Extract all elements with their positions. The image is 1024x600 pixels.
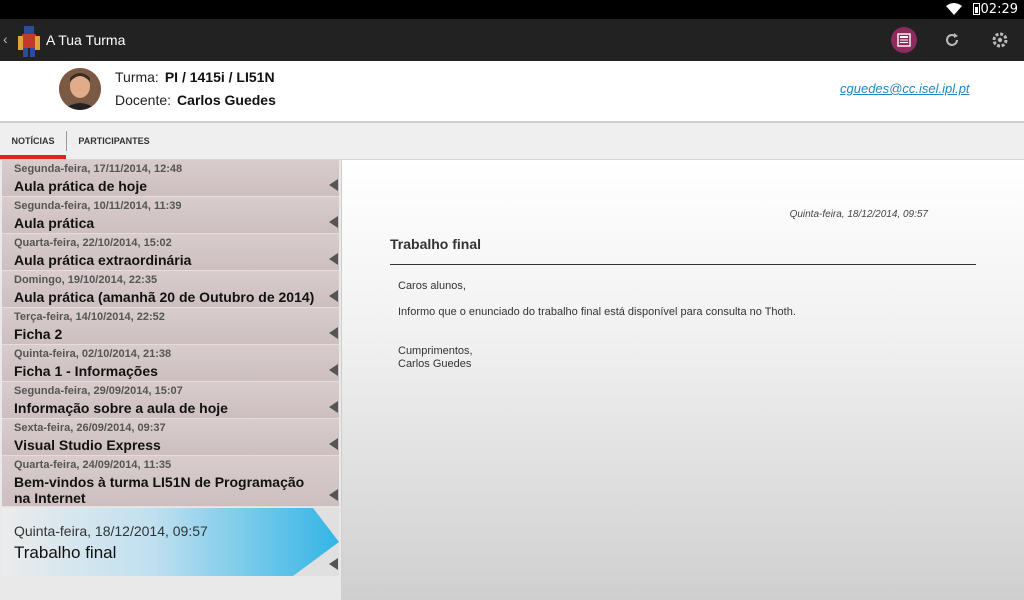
news-title: Ficha 2 [14, 326, 63, 342]
news-title: Ficha 1 - Informações [14, 363, 158, 379]
app-title: A Tua Turma [46, 32, 126, 48]
news-date: Sexta-feira, 26/09/2014, 09:37 [14, 422, 166, 434]
avatar [59, 68, 101, 110]
detail-title: Trabalho final [390, 236, 482, 252]
docente-label: Docente: [115, 92, 172, 108]
selected-news-date: Quinta-feira, 18/12/2014, 09:57 [14, 523, 208, 539]
selected-news-title: Trabalho final [14, 543, 117, 562]
arrow-left-icon [329, 438, 338, 450]
list-item[interactable]: Quarta-feira, 22/10/2014, 15:02 Aula prá… [2, 234, 339, 271]
status-bar: 02:29 [0, 0, 1024, 19]
turma-row: Turma: PI / 1415i / LI51N [115, 69, 275, 85]
news-detail: Quinta-feira, 18/12/2014, 09:57 Trabalho… [342, 160, 1024, 600]
detail-message: Informo que o enunciado do trabalho fina… [398, 306, 796, 318]
news-title: Visual Studio Express [14, 437, 161, 453]
docente-row: Docente: Carlos Guedes [115, 92, 276, 108]
news-date: Segunda-feira, 17/11/2014, 12:48 [14, 163, 183, 175]
list-item[interactable]: Terça-feira, 14/10/2014, 22:52 Ficha 2 [2, 308, 339, 345]
email-link[interactable]: cguedes@cc.isel.ipl.pt [840, 81, 970, 96]
news-icon[interactable] [891, 27, 917, 53]
tab-divider [66, 131, 67, 151]
wifi-icon [946, 3, 962, 15]
action-bar: ‹ A Tua Turma [0, 19, 1024, 61]
selected-highlight [2, 508, 339, 576]
list-item[interactable]: Domingo, 19/10/2014, 22:35 Aula prática … [2, 271, 339, 308]
detail-closing: Cumprimentos, [398, 345, 473, 357]
tab-noticias[interactable]: NOTÍCIAS [0, 123, 66, 159]
tab-bar: NOTÍCIAS PARTICIPANTES [0, 123, 1024, 160]
news-title: Aula prática (amanhã 20 de Outubro de 20… [14, 289, 315, 305]
detail-date: Quinta-feira, 18/12/2014, 09:57 [789, 209, 928, 220]
arrow-left-icon [329, 558, 338, 570]
battery-icon [973, 3, 980, 15]
news-title: Aula prática extraordinária [14, 252, 192, 268]
refresh-icon[interactable] [939, 27, 965, 53]
arrow-left-icon [329, 253, 338, 265]
turma-label: Turma: [115, 69, 159, 85]
arrow-left-icon [329, 364, 338, 376]
list-item[interactable]: Quarta-feira, 24/09/2014, 11:35 Bem-vind… [2, 456, 339, 507]
news-date: Quarta-feira, 22/10/2014, 15:02 [14, 237, 172, 249]
detail-body: Caros alunos, Informo que o enunciado do… [398, 280, 968, 371]
news-date: Domingo, 19/10/2014, 22:35 [14, 274, 158, 286]
detail-signature: Carlos Guedes [398, 358, 472, 370]
list-item[interactable]: Segunda-feira, 29/09/2014, 15:07 Informa… [2, 382, 339, 419]
tab-participantes[interactable]: PARTICIPANTES [72, 123, 156, 159]
news-date: Quinta-feira, 02/10/2014, 21:38 [14, 348, 172, 360]
news-list: Segunda-feira, 17/11/2014, 12:48 Aula pr… [0, 160, 342, 600]
list-item[interactable]: Segunda-feira, 17/11/2014, 12:48 Aula pr… [2, 160, 339, 197]
news-date: Terça-feira, 14/10/2014, 22:52 [14, 311, 165, 323]
arrow-left-icon [329, 290, 338, 302]
list-item[interactable]: Sexta-feira, 26/09/2014, 09:37 Visual St… [2, 419, 339, 456]
clock: 02:29 [980, 2, 1018, 17]
detail-greeting: Caros alunos, [398, 280, 466, 292]
news-title: Bem-vindos à turma LI51N de Programação … [14, 474, 305, 506]
settings-icon[interactable] [987, 27, 1013, 53]
class-header: Turma: PI / 1415i / LI51N Docente: Carlos … [0, 61, 1024, 123]
app-logo[interactable] [14, 24, 44, 58]
news-date: Quarta-feira, 24/09/2014, 11:35 [14, 459, 172, 471]
arrow-left-icon [329, 489, 338, 501]
news-date: Segunda-feira, 10/11/2014, 11:39 [14, 200, 182, 212]
news-title: Aula prática de hoje [14, 178, 148, 194]
divider [390, 264, 976, 265]
arrow-left-icon [329, 216, 338, 228]
list-item[interactable]: Segunda-feira, 10/11/2014, 11:39 Aula pr… [2, 197, 339, 234]
arrow-left-icon [329, 179, 338, 191]
chevron-left-icon[interactable]: ‹ [3, 31, 8, 47]
news-title: Aula prática [14, 215, 95, 231]
news-date: Segunda-feira, 29/09/2014, 15:07 [14, 385, 183, 397]
list-item[interactable]: Quinta-feira, 02/10/2014, 21:38 Ficha 1 … [2, 345, 339, 382]
news-title: Informação sobre a aula de hoje [14, 400, 228, 416]
turma-value: PI / 1415i / LI51N [164, 69, 275, 85]
list-item-selected[interactable]: Quinta-feira, 18/12/2014, 09:57 Trabalho… [2, 508, 339, 576]
arrow-left-icon [329, 327, 338, 339]
docente-value: Carlos Guedes [177, 92, 276, 108]
arrow-left-icon [329, 401, 338, 413]
